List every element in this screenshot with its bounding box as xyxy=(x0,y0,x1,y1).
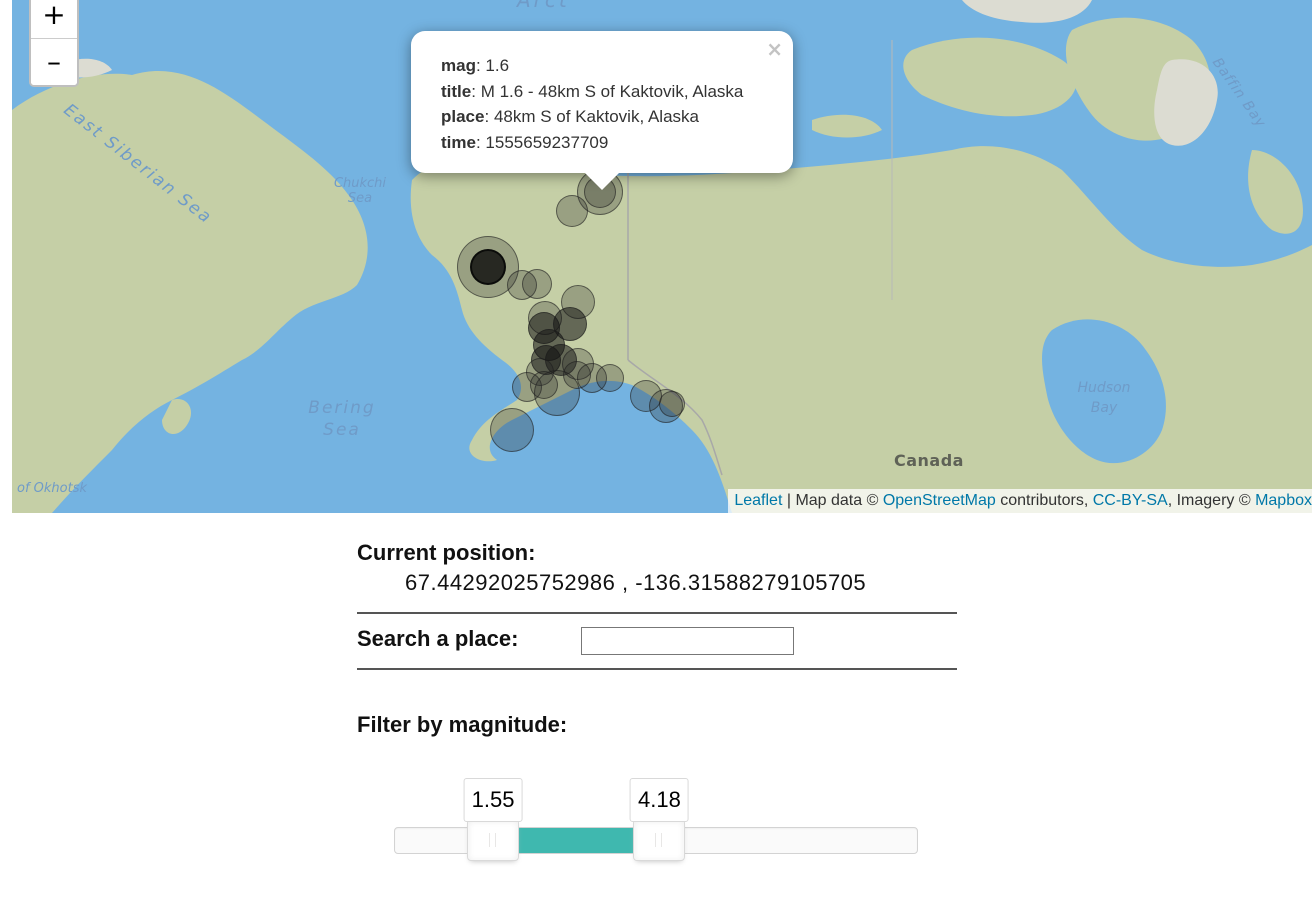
land-label-canada: Canada xyxy=(894,451,964,470)
water-label-bering-line1: Bering xyxy=(308,398,376,418)
popup-place-value: 48km S of Kaktovik, Alaska xyxy=(493,107,699,126)
slider-handle-high[interactable]: 4.18 xyxy=(630,778,689,861)
controls-panel: Current position: 67.44292025752986 , -1… xyxy=(357,540,957,861)
filter-magnitude-label: Filter by magnitude: xyxy=(357,712,568,737)
popup-row-place: place: 48km S of Kaktovik, Alaska xyxy=(441,107,699,126)
zoom-in-button[interactable]: + xyxy=(31,0,77,38)
quake-marker[interactable] xyxy=(556,195,588,227)
water-label-hudson-bay: Hudson Bay xyxy=(1072,378,1136,418)
popup-mag-key: mag xyxy=(441,56,476,75)
popup-title-key: title xyxy=(441,81,472,101)
attribution-text: | Map data © xyxy=(782,492,883,509)
popup-row-title: title: M 1.6 - 48km S of Kaktovik, Alask… xyxy=(441,81,744,101)
water-label-hudson-line2: Bay xyxy=(1090,400,1118,416)
divider xyxy=(357,612,957,614)
quake-marker[interactable] xyxy=(522,269,552,299)
quake-marker[interactable] xyxy=(596,364,624,392)
popup-time-value: 1555659237709 xyxy=(485,132,609,152)
attribution-mapbox-link[interactable]: Mapbox xyxy=(1255,492,1312,509)
attribution-leaflet-link[interactable]: Leaflet xyxy=(734,492,782,509)
attribution-text: , Imagery © xyxy=(1167,492,1256,509)
water-label-chukchi-line2: Sea xyxy=(347,191,373,206)
current-position-value: 67.44292025752986 , -136.31588279105705 xyxy=(405,570,867,595)
water-label-okhotsk: of Okhotsk xyxy=(17,481,88,496)
magnitude-range-slider[interactable]: 1.55 4.18 xyxy=(394,778,918,861)
water-label-arctic: Arct xyxy=(517,0,570,12)
water-label-chukchi: Chukchi Sea xyxy=(332,176,388,206)
current-position-heading: Current position: xyxy=(357,540,536,565)
popup-content: mag: 1.6 title: M 1.6 - 48km S of Kaktov… xyxy=(441,53,743,155)
quake-marker[interactable] xyxy=(530,371,558,399)
slider-high-value: 4.18 xyxy=(630,778,689,822)
zoom-out-button[interactable]: – xyxy=(31,38,77,85)
popup-time-key: time xyxy=(441,132,476,152)
water-label-bering-line2: Sea xyxy=(323,420,361,440)
zoom-control: + – xyxy=(29,0,79,87)
slider-handle-low[interactable]: 1.55 xyxy=(463,778,523,861)
popup-place-key: place xyxy=(441,107,485,126)
quake-popup: × mag: 1.6 title: M 1.6 - 48km S of Kakt… xyxy=(411,31,793,190)
search-place-label: Search a place: xyxy=(357,626,519,651)
popup-title-value: M 1.6 - 48km S of Kaktovik, Alaska xyxy=(480,81,744,101)
popup-mag-value: 1.6 xyxy=(485,56,510,75)
quake-marker[interactable] xyxy=(490,408,534,452)
attribution-text: contributors, xyxy=(995,492,1093,509)
water-label-chukchi-line1: Chukchi xyxy=(333,176,387,191)
quake-marker[interactable] xyxy=(659,391,685,417)
popup-row-mag: mag: 1.6 xyxy=(441,56,510,75)
popup-row-time: time: 1555659237709 xyxy=(441,132,609,152)
map-view[interactable]: Arct East Siberian Sea Chukchi Sea Bering… xyxy=(12,0,1312,513)
map-attribution: Leaflet | Map data © OpenStreetMap contr… xyxy=(728,489,1312,513)
water-label-bering: Bering Sea xyxy=(307,397,377,441)
quake-marker[interactable] xyxy=(470,249,506,285)
water-label-hudson-line1: Hudson xyxy=(1077,380,1131,396)
slider-low-value: 1.55 xyxy=(463,778,523,822)
popup-close-button[interactable]: × xyxy=(766,37,783,61)
divider xyxy=(357,668,957,670)
search-place-input[interactable] xyxy=(581,627,794,655)
attribution-license-link[interactable]: CC-BY-SA xyxy=(1093,492,1168,509)
attribution-osm-link[interactable]: OpenStreetMap xyxy=(883,492,996,509)
